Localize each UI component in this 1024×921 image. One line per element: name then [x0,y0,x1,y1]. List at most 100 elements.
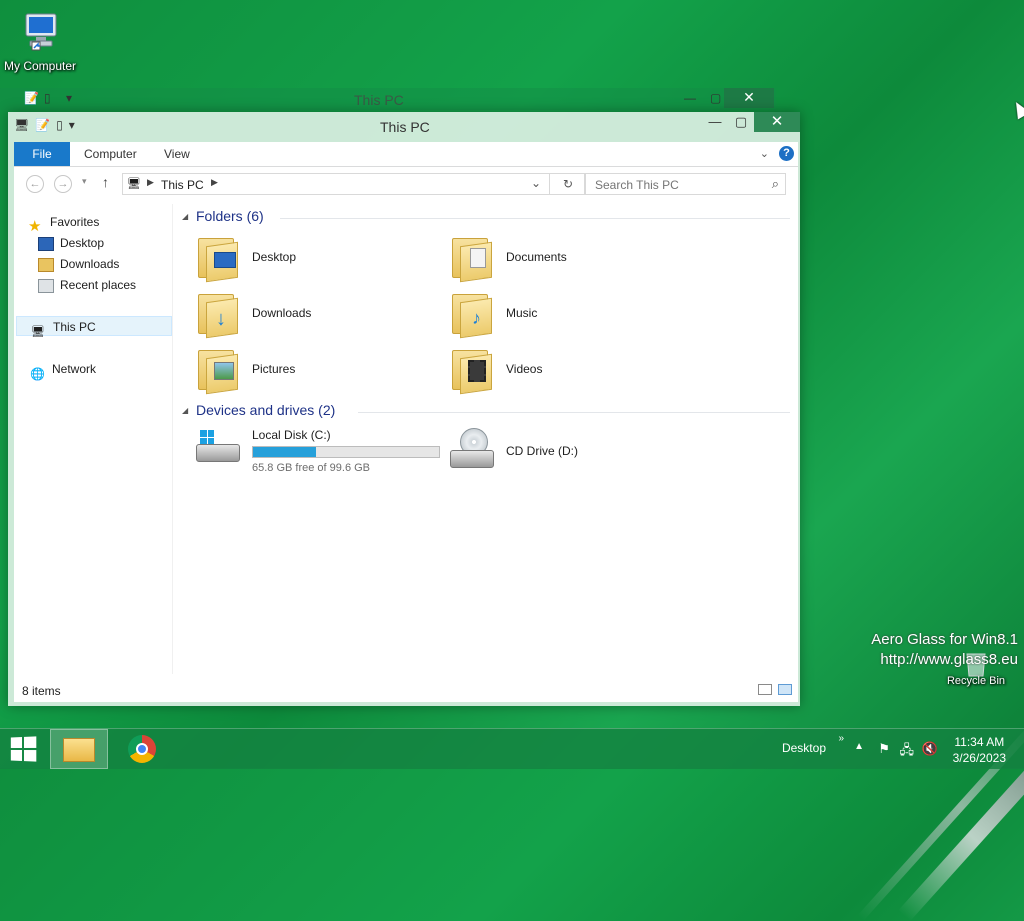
tab-computer[interactable]: Computer [84,142,137,166]
drive-local-disk-c[interactable]: Local Disk (C:) 65.8 GB free of 99.6 GB [194,428,454,476]
collapse-icon[interactable]: ◢ [182,406,188,415]
properties-icon[interactable]: 📝 [35,118,50,132]
windows-logo-icon [200,430,214,444]
folder-label: Downloads [252,306,312,320]
desktop-folder-icon [194,234,238,283]
nav-downloads[interactable]: Downloads [38,254,119,274]
drive-cd-d[interactable]: CD Drive (D:) [448,428,688,476]
drive-usage-fill [253,447,317,457]
show-hidden-icons-icon[interactable]: ▲ [854,741,864,752]
close-button[interactable]: ✕ [754,112,800,132]
collapse-icon[interactable]: ◢ [182,212,188,221]
folder-pictures[interactable]: Pictures [194,346,434,395]
tab-file[interactable]: File [14,142,70,166]
chevron-right-icon[interactable]: ▶ [211,177,218,188]
recent-places-icon [38,278,54,293]
close-icon[interactable]: ✕ [724,88,774,108]
nav-label: Favorites [50,215,100,229]
status-bar: 8 items [14,678,798,702]
back-button[interactable]: ← [26,175,44,193]
help-icon[interactable]: ? [779,146,794,161]
navigation-pane: ★ Favorites Desktop Downloads Recent plac… [14,204,173,674]
search-input[interactable] [593,177,757,193]
explorer-window[interactable]: 🖥 📝 ▯ ▾ This PC — ▢ ✕ File Computer View… [8,112,800,706]
watermark: Aero Glass for Win8.1 http://www.glass8.… [871,630,1018,670]
computer-icon: 🖥 [31,325,45,338]
folder-label: Videos [506,362,543,376]
taskbar-chrome[interactable] [114,729,172,769]
folder-label: Pictures [252,362,296,376]
content-pane: ◢ Folders (6) Desktop Documents ↓ Downlo… [180,204,792,674]
forward-button[interactable]: → [54,175,72,193]
expand-ribbon-icon[interactable]: ⌄ [760,147,769,160]
new-folder-icon[interactable]: ▯ [56,118,63,132]
hard-drive-icon [194,428,240,472]
desktop-icon-my-computer[interactable]: My Computer [2,10,78,73]
group-divider [280,218,790,219]
maximize-button[interactable]: ▢ [726,112,756,134]
nav-label: This PC [53,320,96,334]
folder-videos[interactable]: Videos [448,346,688,395]
properties-icon: 📝 [24,91,39,105]
search-box[interactable]: ⌕ [584,173,786,195]
address-bar[interactable]: 🖥 ▶ This PC ▶ ⌄ ↻ [122,173,586,195]
nav-recent-places[interactable]: Recent places [38,275,136,295]
nav-desktop[interactable]: Desktop [38,233,104,253]
search-icon[interactable]: ⌕ [772,176,779,192]
chevron-right-icon[interactable]: ▶ [147,177,154,188]
taskbar-file-explorer[interactable] [50,729,108,769]
window-titlebar[interactable]: 🖥 📝 ▯ ▾ This PC — ▢ ✕ [8,112,800,142]
downloads-icon [38,257,54,272]
nav-label: Desktop [60,236,105,250]
volume-muted-icon[interactable]: 🔇 [922,741,938,757]
start-button[interactable] [10,736,37,762]
view-switcher [758,684,792,695]
maximize-icon[interactable]: ▢ [710,91,721,105]
clock[interactable]: 11:34 AM 3/26/2023 [953,734,1006,766]
pictures-folder-icon [194,346,238,395]
group-divider [358,412,790,413]
nav-label: Downloads [60,257,120,271]
refresh-button[interactable]: ↻ [549,174,586,194]
background-window-title: This PC [354,92,404,108]
minimize-icon[interactable]: — [684,91,696,105]
toolbar-chevron-icon[interactable]: » [838,733,844,744]
folder-downloads[interactable]: ↓ Downloads [194,290,434,339]
folder-label: Music [506,306,538,320]
folder-desktop[interactable]: Desktop [194,234,434,283]
system-tray: Desktop » ▲ ⚑ 🖧 🔇 11:34 AM 3/26/2023 [764,729,1024,769]
breadcrumb-this-pc[interactable]: This PC [161,178,204,192]
desktop-toolbar-label[interactable]: Desktop [782,741,826,755]
up-button[interactable]: ↑ [102,174,109,190]
folder-label: Documents [506,250,567,264]
action-center-icon[interactable]: ⚑ [878,741,890,757]
taskbar: Desktop » ▲ ⚑ 🖧 🔇 11:34 AM 3/26/2023 [0,728,1024,769]
details-view-icon[interactable] [758,684,772,695]
folder-label: Desktop [252,250,297,264]
network-status-icon[interactable]: 🖧 [900,741,915,763]
computer-icon[interactable]: 🖥 [14,118,29,132]
nav-network[interactable]: 🌐 Network [30,359,96,381]
computer-icon [25,13,57,51]
downloads-folder-icon: ↓ [194,290,238,339]
nav-favorites[interactable]: ★ Favorites [28,212,100,235]
desktop-icon-label: My Computer [3,59,77,73]
tab-view[interactable]: View [164,142,190,166]
address-dropdown-icon[interactable]: ⌄ [531,176,541,190]
chevron-down-icon[interactable]: ▾ [69,118,75,132]
videos-folder-icon [448,346,492,395]
recent-locations-icon[interactable]: ▾ [82,176,87,187]
desktop-icon [38,236,54,251]
window-title: This PC [380,119,430,135]
large-icons-view-icon[interactable] [778,684,792,695]
folder-music[interactable]: ♪ Music [448,290,688,339]
group-devices-and-drives[interactable]: ◢ Devices and drives (2) [180,402,790,422]
nav-this-pc[interactable]: 🖥 This PC [16,316,172,338]
chevron-down-icon: ▾ [66,91,73,105]
documents-folder-icon [448,234,492,283]
group-folders[interactable]: ◢ Folders (6) [180,208,790,228]
folder-documents[interactable]: Documents [448,234,688,283]
music-folder-icon: ♪ [448,290,492,339]
nav-label: Recent places [60,278,137,292]
background-window-titlebar[interactable]: 📝 ▯ ▾ This PC — ▢ ✕ [0,88,776,110]
